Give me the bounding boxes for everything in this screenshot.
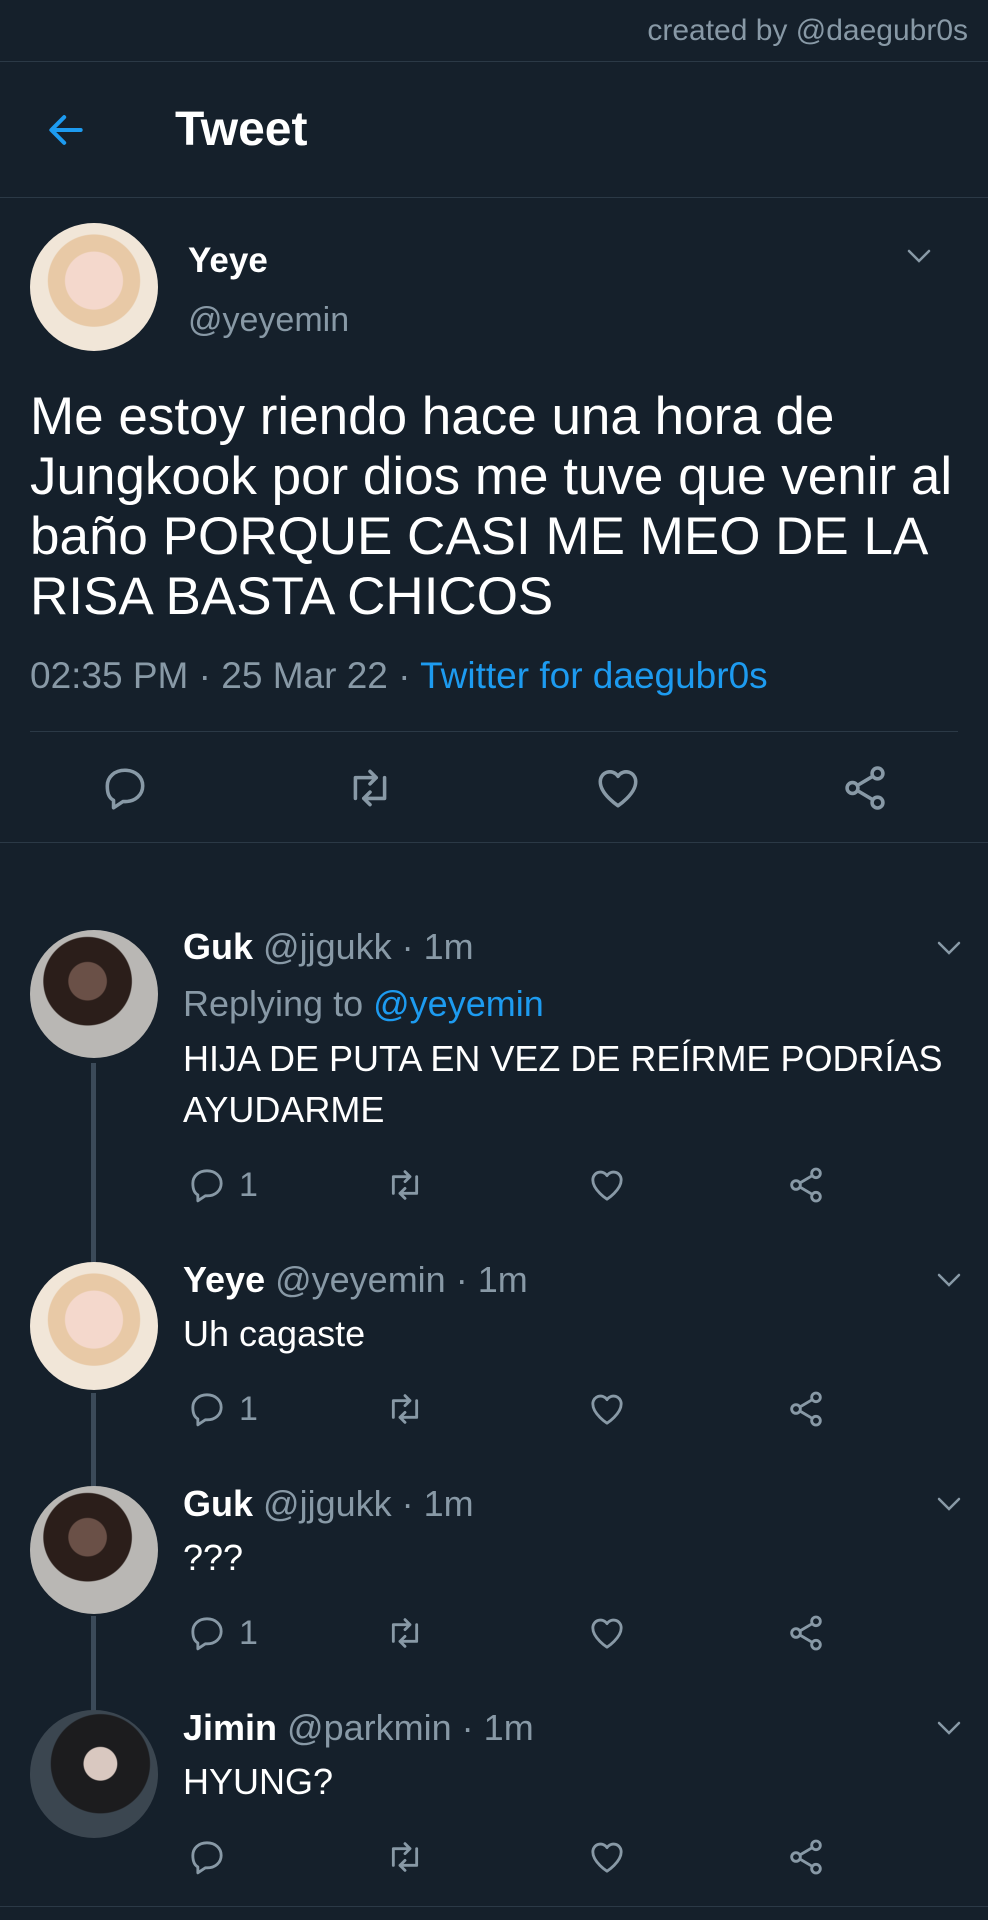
reply-time: 1m bbox=[483, 1707, 534, 1748]
reply-count: 1 bbox=[239, 1613, 258, 1652]
reply-author-name[interactable]: Guk bbox=[183, 1483, 253, 1524]
author-name[interactable]: Yeye bbox=[188, 241, 349, 281]
thread-line bbox=[91, 1393, 96, 1491]
share-icon[interactable] bbox=[786, 1387, 826, 1431]
reply-icon bbox=[191, 1169, 223, 1203]
meta-separator: · bbox=[461, 1707, 474, 1748]
retweet-icon[interactable] bbox=[385, 1387, 425, 1431]
meta-separator: · bbox=[455, 1259, 468, 1300]
reply-text: HIJA DE PUTA EN VEZ DE REÍRME PODRÍAS AY… bbox=[183, 1038, 943, 1130]
meta-separator: · bbox=[401, 1483, 414, 1524]
avatar[interactable] bbox=[30, 223, 158, 351]
tweet-date: 25 Mar 22 bbox=[221, 655, 388, 696]
divider bbox=[0, 1906, 988, 1907]
meta-separator: · bbox=[398, 655, 411, 696]
like-heart-icon[interactable] bbox=[593, 763, 643, 813]
reply-count: 1 bbox=[239, 1389, 258, 1428]
retweet-icon[interactable] bbox=[385, 1163, 425, 1207]
thread-line bbox=[91, 1616, 96, 1714]
retweet-icon[interactable] bbox=[345, 763, 395, 813]
replying-to-label: Replying to bbox=[183, 983, 364, 1024]
author-handle[interactable]: @yeyemin bbox=[188, 301, 349, 340]
reply-count: 1 bbox=[239, 1165, 258, 1204]
reply-author-name[interactable]: Yeye bbox=[183, 1259, 265, 1300]
reply-author-handle[interactable]: @jjgukk bbox=[263, 926, 392, 967]
retweet-icon[interactable] bbox=[385, 1611, 425, 1655]
avatar[interactable] bbox=[30, 1486, 158, 1614]
reply-author-handle[interactable]: @parkmin bbox=[287, 1707, 452, 1748]
replying-to-mention[interactable]: @yeyemin bbox=[373, 983, 544, 1024]
tweet-source-link[interactable]: Twitter for daegubr0s bbox=[420, 655, 768, 696]
meta-separator: · bbox=[198, 655, 211, 696]
share-icon[interactable] bbox=[840, 763, 890, 813]
chevron-down-icon[interactable] bbox=[936, 940, 962, 956]
chevron-down-icon[interactable] bbox=[936, 1496, 962, 1512]
avatar[interactable] bbox=[30, 1262, 158, 1390]
tweet-time: 02:35 PM bbox=[30, 655, 189, 696]
reply-header: Jimin @parkmin · 1m bbox=[183, 1707, 534, 1749]
reply-author-name[interactable]: Guk bbox=[183, 926, 253, 967]
like-heart-icon[interactable] bbox=[587, 1835, 627, 1879]
reply-text: Uh cagaste bbox=[183, 1313, 366, 1354]
avatar[interactable] bbox=[30, 1710, 158, 1838]
reply-icon bbox=[191, 1393, 223, 1427]
back-arrow-icon bbox=[49, 114, 83, 145]
credit-watermark: created by @daegubr0s bbox=[0, 0, 988, 62]
divider bbox=[0, 842, 988, 843]
reply-header: Guk @jjgukk · 1m bbox=[183, 926, 474, 968]
reply-author-handle[interactable]: @yeyemin bbox=[275, 1259, 446, 1300]
reply-author-name[interactable]: Jimin bbox=[183, 1707, 277, 1748]
avatar[interactable] bbox=[30, 930, 158, 1058]
main-tweet: Yeye @yeyemin Me estoy riendo hace una h… bbox=[0, 198, 988, 842]
share-icon[interactable] bbox=[786, 1611, 826, 1655]
reply-time: 1m bbox=[477, 1259, 528, 1300]
tweet-text: Me estoy riendo hace una hora de Jungkoo… bbox=[30, 387, 953, 626]
tweet-meta: 02:35 PM · 25 Mar 22 · Twitter for daegu… bbox=[30, 655, 958, 697]
reply-author-handle[interactable]: @jjgukk bbox=[263, 1483, 392, 1524]
reply-action[interactable] bbox=[187, 1835, 239, 1879]
thread-line bbox=[91, 1063, 96, 1268]
reply-time: 1m bbox=[423, 1483, 474, 1524]
chevron-down-icon[interactable] bbox=[906, 248, 932, 264]
chevron-down-icon[interactable] bbox=[936, 1272, 962, 1288]
chevron-down-icon[interactable] bbox=[936, 1720, 962, 1736]
reply-action[interactable]: 1 bbox=[187, 1387, 258, 1431]
reply-icon[interactable] bbox=[100, 763, 150, 813]
back-button[interactable] bbox=[0, 62, 175, 198]
reply-action[interactable]: 1 bbox=[187, 1163, 258, 1207]
reply-action[interactable]: 1 bbox=[187, 1611, 258, 1655]
reply-header: Yeye @yeyemin · 1m bbox=[183, 1259, 528, 1301]
top-bar: Tweet bbox=[0, 62, 988, 198]
share-icon[interactable] bbox=[786, 1835, 826, 1879]
replying-to: Replying to @yeyemin bbox=[183, 983, 544, 1025]
meta-separator: · bbox=[401, 926, 414, 967]
reply-text: ??? bbox=[183, 1537, 244, 1578]
reply-icon bbox=[191, 1617, 223, 1651]
like-heart-icon[interactable] bbox=[587, 1387, 627, 1431]
reply-text: HYUNG? bbox=[183, 1761, 334, 1802]
page-title: Tweet bbox=[175, 103, 308, 156]
share-icon[interactable] bbox=[786, 1163, 826, 1207]
retweet-icon[interactable] bbox=[385, 1835, 425, 1879]
reply-icon bbox=[191, 1841, 223, 1875]
like-heart-icon[interactable] bbox=[587, 1611, 627, 1655]
like-heart-icon[interactable] bbox=[587, 1163, 627, 1207]
reply-time: 1m bbox=[423, 926, 474, 967]
tweet-actions bbox=[30, 732, 958, 842]
reply-header: Guk @jjgukk · 1m bbox=[183, 1483, 474, 1525]
